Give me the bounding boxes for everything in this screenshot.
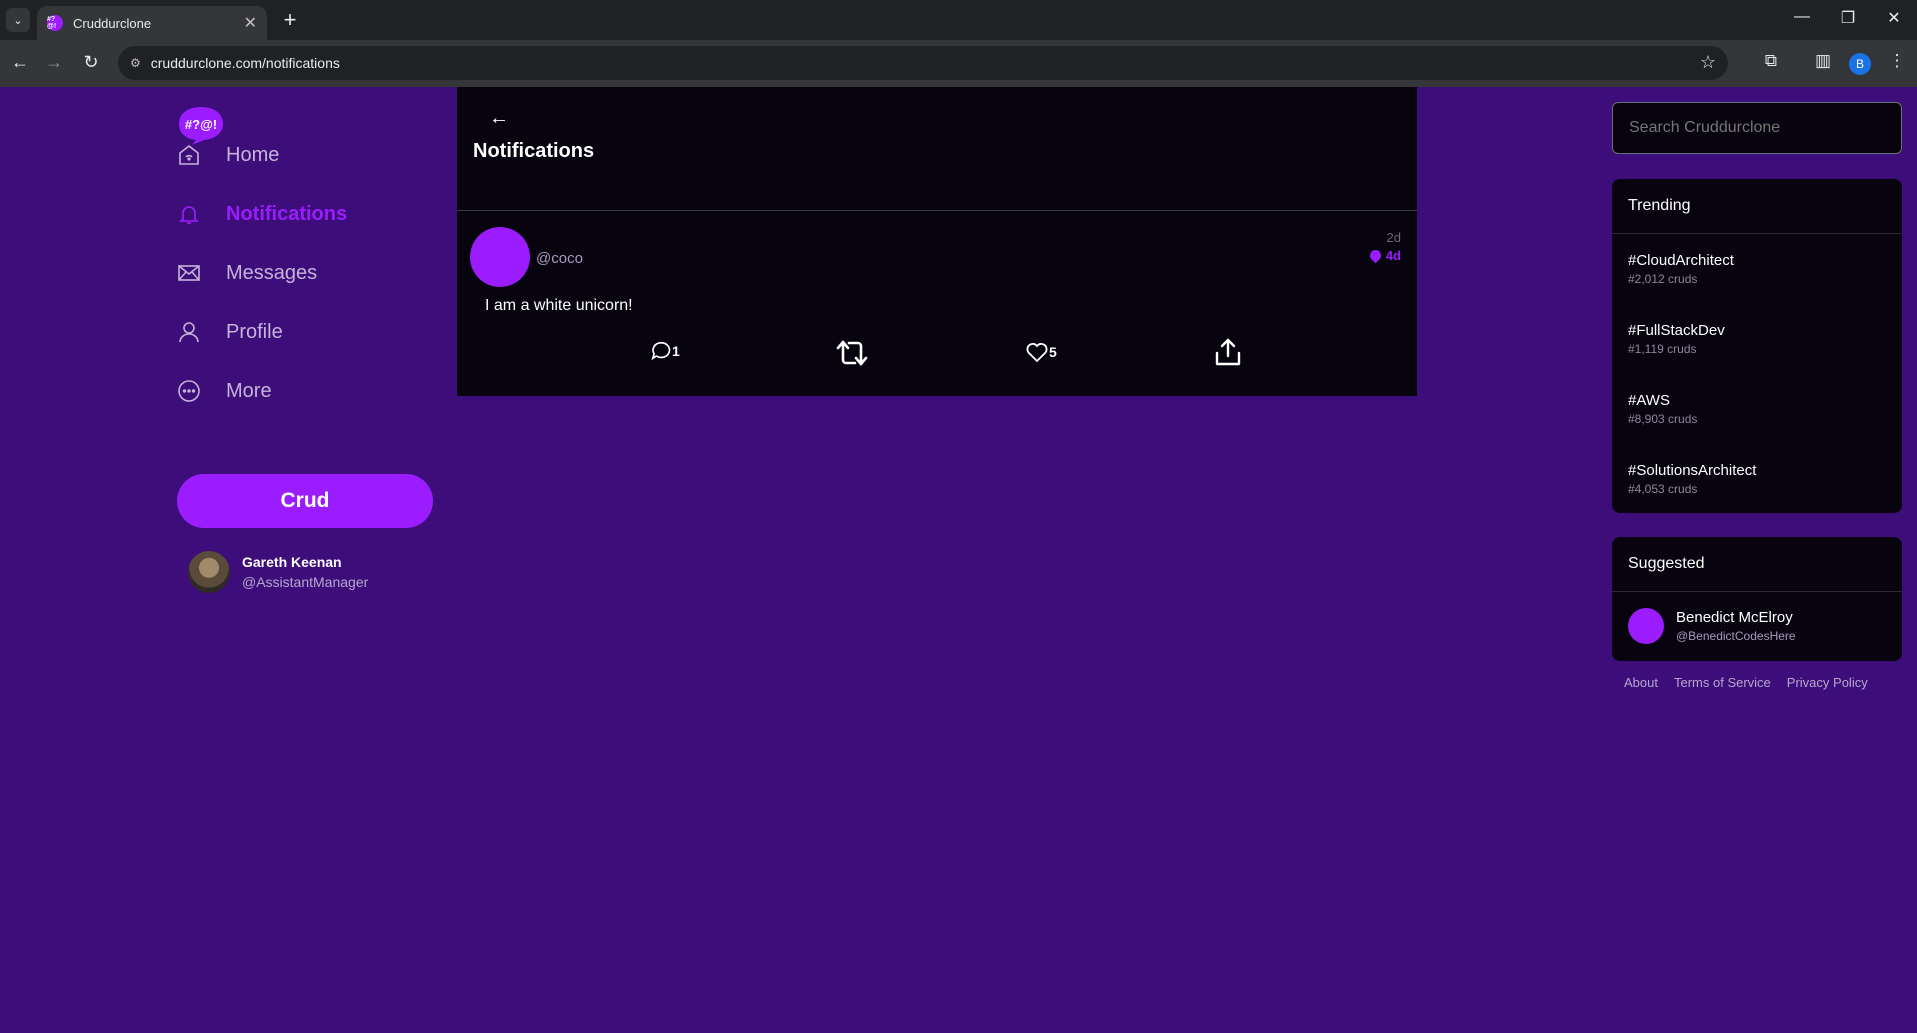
footer-privacy-link[interactable]: Privacy Policy xyxy=(1787,675,1868,690)
side-panel-icon[interactable]: ▥ xyxy=(1810,51,1836,71)
post-handle[interactable]: @coco xyxy=(536,250,583,267)
app-page: #?@! Home Notifications Messages Profile… xyxy=(0,87,1917,1033)
nav-profile[interactable]: Profile xyxy=(176,319,283,345)
back-arrow-icon[interactable]: ← xyxy=(489,107,509,130)
restore-icon[interactable]: ❐ xyxy=(1833,8,1863,28)
feed-header: ← Notifications xyxy=(457,87,1417,211)
address-bar[interactable]: ⚙ cruddurclone.com/notifications ☆ xyxy=(118,46,1728,80)
reload-icon[interactable]: ↻ xyxy=(79,52,103,73)
current-user[interactable]: Gareth Keenan @AssistantManager xyxy=(188,551,368,593)
like-button[interactable]: 5 xyxy=(1025,341,1057,363)
nav-more[interactable]: More xyxy=(176,378,272,404)
suggested-card: Suggested Benedict McElroy @BenedictCode… xyxy=(1612,537,1902,661)
heart-icon xyxy=(1026,343,1048,363)
minimize-icon[interactable]: — xyxy=(1787,8,1817,26)
post-time: 2d xyxy=(1386,230,1401,245)
reply-count: 1 xyxy=(672,343,680,359)
menu-icon[interactable]: ⋮ xyxy=(1884,51,1910,71)
search-input[interactable] xyxy=(1612,102,1902,154)
nav-home[interactable]: Home xyxy=(176,142,279,168)
browser-titlebar: ⌄ #?@! Cruddurclone ✕ + — ❐ ✕ xyxy=(0,0,1917,40)
close-window-icon[interactable]: ✕ xyxy=(1879,8,1909,28)
activity-item[interactable]: @coco 2d 4d I am a white unicorn! 1 5 xyxy=(457,212,1417,396)
suggested-user[interactable]: Benedict McElroy @BenedictCodesHere xyxy=(1612,592,1902,660)
suggested-title: Suggested xyxy=(1612,537,1902,592)
back-icon[interactable]: ← xyxy=(8,52,32,73)
nav-notifications-label: Notifications xyxy=(226,202,348,225)
app-logo[interactable]: #?@! xyxy=(177,105,225,145)
home-icon xyxy=(176,142,202,168)
tab-close-icon[interactable]: ✕ xyxy=(244,13,257,33)
envelope-icon xyxy=(176,260,202,286)
page-title: Notifications xyxy=(473,140,595,162)
share-button[interactable] xyxy=(1212,336,1244,368)
suggested-user-handle: @BenedictCodesHere xyxy=(1676,629,1796,643)
like-count: 5 xyxy=(1049,344,1057,360)
trend-count: #4,053 cruds xyxy=(1628,482,1698,496)
trend-item[interactable]: #CloudArchitect #2,012 cruds xyxy=(1612,234,1902,304)
trend-tag: #FullStackDev xyxy=(1628,322,1725,339)
reply-button[interactable]: 1 xyxy=(650,340,680,362)
share-icon xyxy=(1215,338,1241,366)
footer-links: About Terms of Service Privacy Policy xyxy=(1624,675,1868,690)
notifications-feed: ← Notifications @coco 2d 4d I am a white… xyxy=(457,87,1417,396)
trend-item[interactable]: #SolutionsArchitect #4,053 cruds xyxy=(1612,444,1902,514)
url-text: cruddurclone.com/notifications xyxy=(150,55,340,71)
tab-favicon-icon: #?@! xyxy=(47,15,63,31)
profile-avatar-icon[interactable]: B xyxy=(1849,53,1871,75)
repost-button[interactable] xyxy=(835,338,869,368)
svg-text:#?@!: #?@! xyxy=(185,117,217,132)
post-expiry: 4d xyxy=(1367,247,1401,264)
avatar xyxy=(188,551,230,593)
trend-tag: #AWS xyxy=(1628,392,1670,409)
repost-icon xyxy=(836,340,868,366)
avatar[interactable] xyxy=(470,227,530,287)
current-user-name: Gareth Keenan xyxy=(242,554,342,570)
nav-notifications[interactable]: Notifications xyxy=(176,201,347,227)
nav-home-label: Home xyxy=(226,143,280,166)
bell-icon xyxy=(176,201,202,227)
footer-terms-link[interactable]: Terms of Service xyxy=(1674,675,1771,690)
forward-icon[interactable]: → xyxy=(42,52,66,73)
bookmark-star-icon[interactable]: ☆ xyxy=(1700,52,1716,73)
trend-tag: #CloudArchitect xyxy=(1628,252,1734,269)
tab-search-icon[interactable]: ⌄ xyxy=(6,8,30,32)
nav-more-label: More xyxy=(226,379,272,402)
trending-card: Trending #CloudArchitect #2,012 cruds #F… xyxy=(1612,179,1902,513)
crud-button[interactable]: Crud xyxy=(177,474,433,528)
avatar[interactable] xyxy=(1628,608,1664,644)
trend-count: #2,012 cruds xyxy=(1628,272,1698,286)
trend-item[interactable]: #AWS #8,903 cruds xyxy=(1612,374,1902,444)
suggested-user-name: Benedict McElroy xyxy=(1676,609,1793,626)
footer-about-link[interactable]: About xyxy=(1624,675,1658,690)
current-user-handle: @AssistantManager xyxy=(242,574,369,590)
trend-tag: #SolutionsArchitect xyxy=(1628,462,1757,479)
user-icon xyxy=(176,319,202,345)
reply-icon xyxy=(651,341,671,361)
trend-item[interactable]: #FullStackDev #1,119 cruds xyxy=(1612,304,1902,374)
site-info-icon[interactable]: ⚙ xyxy=(130,56,141,70)
new-tab-icon[interactable]: + xyxy=(278,7,302,32)
trending-title: Trending xyxy=(1612,179,1902,234)
trend-count: #8,903 cruds xyxy=(1628,412,1698,426)
extensions-icon[interactable]: ⧉ xyxy=(1758,51,1784,71)
browser-tab[interactable]: #?@! Cruddurclone ✕ xyxy=(37,6,267,40)
more-icon xyxy=(176,378,202,404)
nav-messages[interactable]: Messages xyxy=(176,260,317,286)
browser-toolbar: ← → ↻ ⚙ cruddurclone.com/notifications ☆… xyxy=(0,40,1917,87)
nav-profile-label: Profile xyxy=(226,320,283,343)
tab-title: Cruddurclone xyxy=(73,15,152,31)
post-text: I am a white unicorn! xyxy=(485,297,633,314)
post-expiry-value: 4d xyxy=(1385,248,1401,263)
nav-messages-label: Messages xyxy=(226,261,318,284)
trend-count: #1,119 cruds xyxy=(1628,342,1697,356)
expiry-icon xyxy=(1367,247,1384,264)
